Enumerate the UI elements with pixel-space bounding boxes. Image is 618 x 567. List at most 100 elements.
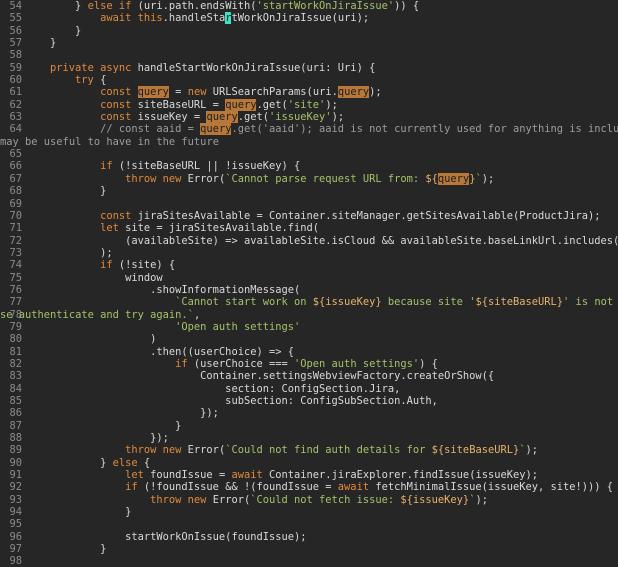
code-line[interactable]: 58 [0, 49, 618, 61]
code-text: } [25, 420, 618, 432]
code-line[interactable]: 84 section: ConfigSection.Jira, [0, 383, 618, 395]
line-number: 55 [9, 12, 22, 25]
code-line[interactable]: 71 let site = jiraSitesAvailable.find( [0, 222, 618, 234]
code-line[interactable]: 67 throw new Error(`Cannot parse request… [0, 172, 618, 185]
line-number: 61 [9, 86, 22, 99]
code-line[interactable]: 54 } else if (uri.path.endsWith('startWo… [0, 0, 618, 12]
comment-token: // const aaid = [100, 123, 201, 136]
keyword-token: await [100, 12, 132, 25]
code-line[interactable]: 69 [0, 198, 618, 210]
code-token: } [25, 0, 88, 12]
code-token: (uri.path.endsWith( [131, 0, 257, 12]
code-line[interactable]: 56 } [0, 25, 618, 37]
code-text: .showInformationMessage( [25, 284, 618, 296]
line-number: 93 [9, 493, 22, 506]
code-line[interactable]: 85 subSection: ConfigSubSection.Auth, [0, 395, 618, 407]
code-line[interactable]: 73 ); [0, 247, 618, 259]
code-line[interactable]: 90 } else { [0, 457, 618, 469]
code-text: // const aaid = query.get('aaid'); aaid … [25, 123, 618, 136]
code-text: } [25, 543, 618, 555]
code-line[interactable]: 78 se authenticate and try again.`, [0, 309, 618, 321]
code-text: } else if (uri.path.endsWith('startWorkO… [25, 0, 618, 12]
template-token: ${siteBaseURL} [431, 444, 520, 457]
code-token: ); [25, 246, 113, 259]
line-number: 97 [9, 543, 22, 556]
line-number: 72 [9, 234, 22, 247]
code-line[interactable]: 59 private async handleStartWorkOnJiraIs… [0, 62, 618, 74]
code-token: Error( [181, 444, 226, 457]
code-token: } [25, 419, 182, 432]
code-line[interactable]: 83 Container.settingsWebviewFactory.crea… [0, 370, 618, 382]
search-highlight: query [437, 172, 470, 185]
code-line[interactable]: 94 } [0, 506, 618, 518]
code-line[interactable]: 65 [0, 148, 618, 160]
code-line[interactable]: 81 .then((userChoice) => { [0, 346, 618, 358]
code-token: }); [25, 432, 169, 445]
code-line[interactable]: 89 throw new Error(`Could not find auth … [0, 444, 618, 456]
code-token: handleStartWorkOnJiraIssue(uri: Uri) { [131, 61, 376, 74]
code-line[interactable]: 77 `Cannot start work on ${issueKey} bec… [0, 296, 618, 308]
code-line[interactable]: 95 [0, 518, 618, 530]
code-text: }); [25, 432, 618, 444]
line-number: 70 [9, 209, 22, 222]
code-line[interactable]: 68 } [0, 185, 618, 197]
code-line[interactable]: 79 'Open auth settings' [0, 321, 618, 333]
string-token: `Could not fetch issue: [250, 493, 401, 506]
code-line[interactable]: 91 let foundIssue = await Container.jira… [0, 469, 618, 481]
search-highlight: query [337, 86, 370, 99]
code-line[interactable]: 64 // const aaid = query.get('aaid'); aa… [0, 123, 618, 136]
code-token: subSection: ConfigSubSection.Auth, [25, 395, 438, 407]
code-line[interactable]: 82 if (userChoice === 'Open auth setting… [0, 358, 618, 370]
code-line[interactable]: 57 } [0, 37, 618, 49]
code-token: (!foundIssue && !(foundIssue = [137, 481, 338, 494]
code-token: } [25, 506, 132, 519]
code-line[interactable]: 92 if (!foundIssue && !(foundIssue = awa… [0, 481, 618, 493]
string-token: 'Open auth settings' [294, 357, 420, 370]
code-line[interactable]: 88 }); [0, 432, 618, 444]
code-line[interactable]: 74 if (!site) { [0, 259, 618, 271]
code-line[interactable]: 62 const siteBaseURL = query.get('site')… [0, 98, 618, 111]
code-line[interactable]: 75 window [0, 272, 618, 284]
code-line[interactable]: 60 try { [0, 74, 618, 86]
code-editor[interactable]: 54 } else if (uri.path.endsWith('startWo… [0, 0, 618, 567]
code-line[interactable]: 98 [0, 555, 618, 567]
code-text: if (!site) { [25, 259, 618, 271]
code-token: issueKey = [131, 111, 207, 124]
code-text: }); [25, 407, 618, 419]
string-token: 'issueKey' [269, 111, 332, 124]
code-line[interactable]: 93 throw new Error(`Could not fetch issu… [0, 494, 618, 506]
string-token: because site ' [381, 296, 476, 309]
code-line[interactable]: 76 .showInformationMessage( [0, 284, 618, 296]
code-token: startWorkOnIssue(foundIssue); [25, 530, 307, 543]
comment-token: .get('aaid'); aaid is not currently used… [231, 123, 618, 136]
code-line[interactable]: 86 }); [0, 407, 618, 419]
code-line[interactable]: 87 } [0, 420, 618, 432]
code-line[interactable]: 97 } [0, 543, 618, 555]
code-line[interactable]: 72 (availableSite) => availableSite.isCl… [0, 235, 618, 247]
line-number: 98 [9, 555, 22, 567]
code-token: ); [481, 172, 495, 185]
line-number: 64 [9, 123, 22, 136]
code-line[interactable]: may be useful to have in the future [0, 136, 618, 148]
code-text: try { [25, 74, 618, 86]
keyword-token: else if [87, 0, 132, 12]
code-text: window [25, 272, 618, 284]
code-token: Error( [206, 493, 251, 506]
code-line[interactable]: 96 startWorkOnIssue(foundIssue); [0, 531, 618, 543]
line-number: 58 [9, 49, 22, 62]
code-line[interactable]: 80 ) [0, 333, 618, 345]
keyword-token: if [100, 259, 113, 272]
code-line[interactable]: 55 await this.handleStartWorkOnJiraIssue… [0, 12, 618, 25]
code-line[interactable]: 70 const jiraSitesAvailable = Container.… [0, 210, 618, 222]
code-token: } [25, 24, 82, 37]
code-token: .showInformationMessage( [25, 283, 301, 296]
code-line[interactable]: 63 const issueKey = query.get('issueKey'… [0, 111, 618, 124]
code-line[interactable]: 61 const query = new URLSearchParams(uri… [0, 86, 618, 99]
line-number: 69 [9, 197, 22, 210]
code-token: foundIssue = [143, 469, 232, 482]
code-text: if (userChoice === 'Open auth settings')… [25, 358, 618, 370]
code-line[interactable]: 66 if (!siteBaseURL || !issueKey) { [0, 160, 618, 172]
